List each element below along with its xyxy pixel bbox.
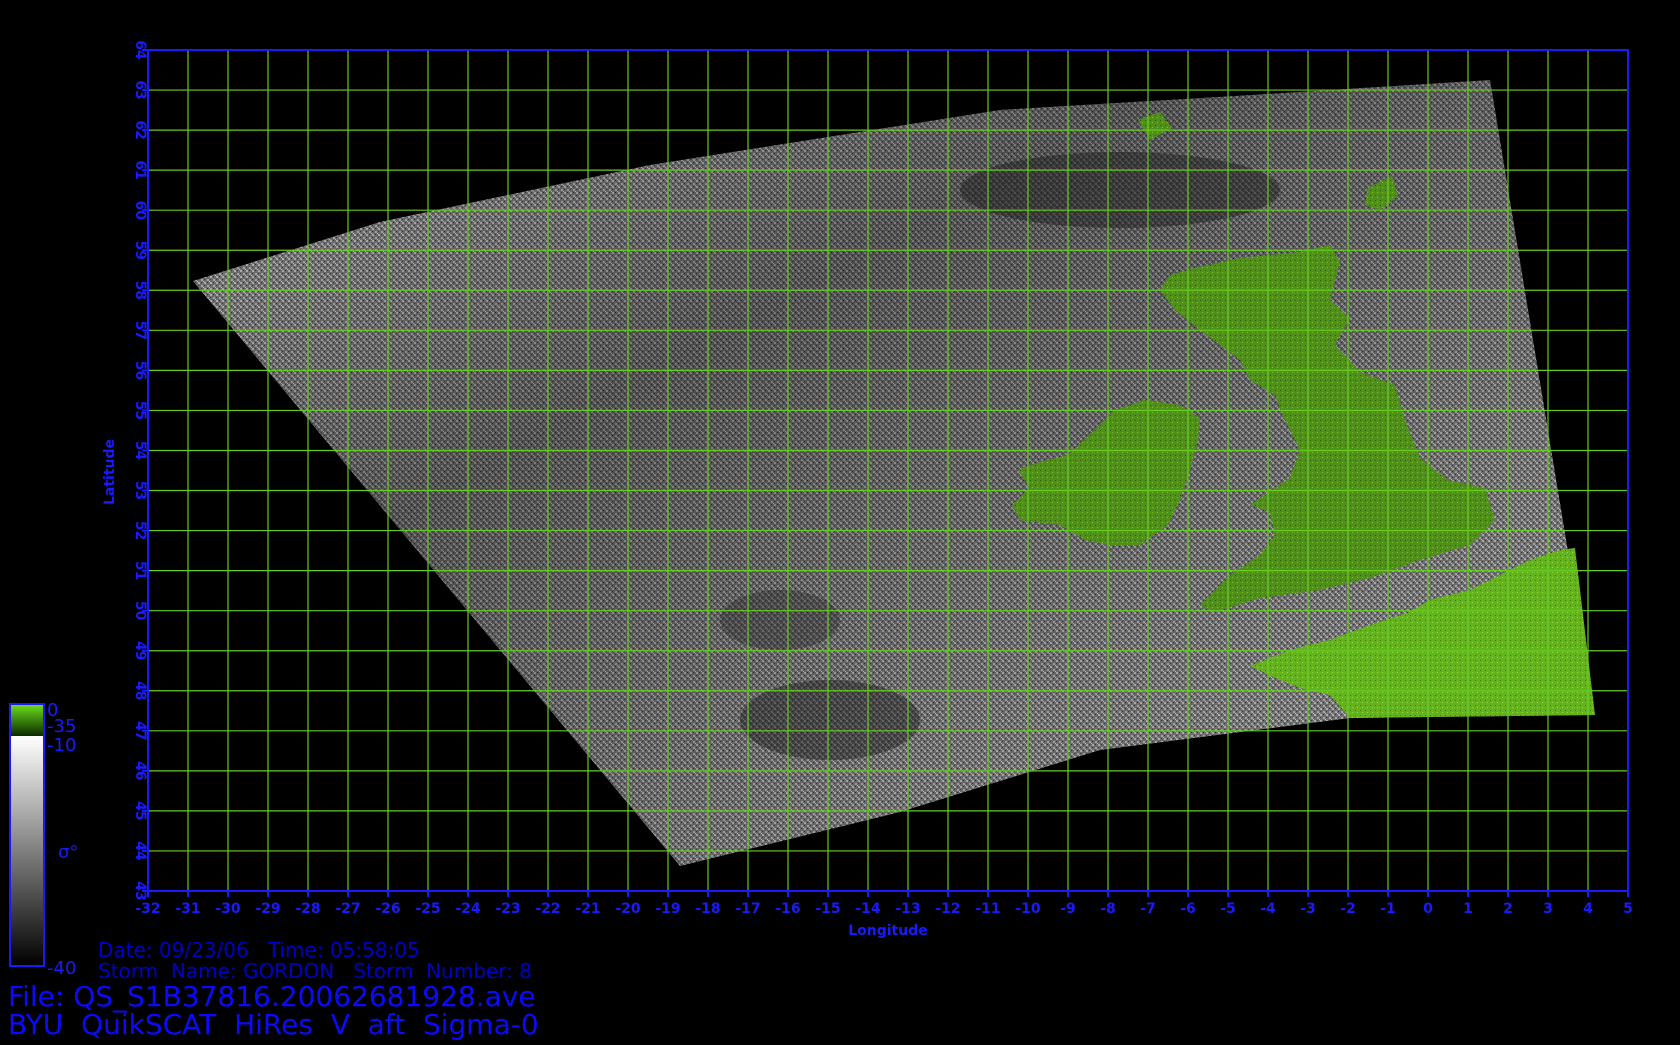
longitude-tick-label: -21: [575, 901, 600, 917]
x-axis-label: Longitude: [848, 923, 928, 939]
y-axis-label: Latitude: [102, 439, 118, 505]
longitude-tick-label: -28: [295, 901, 320, 917]
colorbar-bottom-label: -40: [47, 958, 76, 979]
latitude-tick-label: 55: [132, 401, 148, 420]
longitude-tick-label: 4: [1583, 901, 1593, 917]
product-title: BYU QuikSCAT HiRes V aft Sigma-0: [8, 1008, 539, 1040]
latitude-tick-label: 48: [132, 681, 148, 700]
longitude-tick-label: -9: [1060, 901, 1076, 917]
latitude-tick-label: 61: [132, 160, 148, 179]
dark-patch: [720, 590, 840, 650]
latitude-tick-label: 52: [132, 521, 148, 540]
longitude-tick-label: -1: [1380, 901, 1396, 917]
longitude-tick-label: -29: [255, 901, 280, 917]
swath-layer: [193, 80, 1595, 866]
longitude-tick-label: -10: [1015, 901, 1041, 917]
longitude-tick-label: -22: [535, 901, 560, 917]
latitude-tick-label: 62: [132, 120, 148, 139]
longitude-tick-label: -27: [335, 901, 360, 917]
longitude-tick-label: 1: [1463, 901, 1473, 917]
latitude-tick-label: 56: [132, 361, 148, 380]
longitude-tick-label: -30: [215, 901, 241, 917]
longitude-tick-label: -26: [375, 901, 400, 917]
longitude-tick-label: -23: [495, 901, 520, 917]
longitude-tick-label: -3: [1300, 901, 1316, 917]
latitude-tick-label: 45: [132, 801, 148, 820]
longitude-tick-label: -25: [415, 901, 440, 917]
longitude-tick-label: -31: [175, 901, 200, 917]
latitude-tick-label: 43: [132, 881, 148, 900]
latitude-tick-label: 50: [132, 601, 148, 621]
colorbar-land-segment: [10, 704, 44, 736]
latitude-tick-label: 47: [132, 721, 148, 740]
longitude-tick-label: -19: [655, 901, 680, 917]
longitude-tick-label: -4: [1260, 901, 1276, 917]
longitude-tick-label: 0: [1423, 901, 1433, 917]
longitude-tick-label: -7: [1140, 901, 1156, 917]
longitude-tick-label: -17: [735, 901, 760, 917]
longitude-tick-label: -2: [1340, 901, 1356, 917]
latitude-tick-label: 57: [132, 321, 148, 340]
longitude-tick-label: -8: [1100, 901, 1116, 917]
longitude-tick-label: -18: [695, 901, 720, 917]
longitude-tick-label: -6: [1180, 901, 1196, 917]
longitude-tick-label: 5: [1623, 901, 1633, 917]
latitude-tick-label: 53: [132, 481, 148, 500]
dark-patch: [960, 152, 1280, 228]
latitude-tick-label: 64: [132, 40, 148, 60]
colorbar-sigma-segment: [10, 736, 44, 966]
latitude-tick-label: 51: [132, 561, 148, 580]
longitude-tick-label: -16: [775, 901, 800, 917]
longitude-tick-label: -32: [135, 901, 160, 917]
longitude-tick-label: -13: [895, 901, 920, 917]
longitude-tick-label: -5: [1220, 901, 1236, 917]
latitude-tick-label: 58: [132, 281, 148, 300]
colorbar: 0 -35 -10 -40 σ°: [9, 700, 78, 979]
latitude-tick-label: 63: [132, 80, 148, 99]
latitude-tick-label: 59: [132, 240, 148, 259]
longitude-tick-label: -11: [975, 901, 1000, 917]
colorbar-mid-label: -10: [47, 735, 76, 756]
quikscat-viewer: -32 -31 -30 -29 -28 -27 -26 -25 -24 -23 -22 -21 -20-…: [0, 0, 1680, 1041]
longitude-tick-label: 2: [1503, 901, 1513, 917]
longitude-tick-label: -12: [935, 901, 960, 917]
latitude-tick-label: 44: [132, 841, 148, 861]
latitude-tick-label: 60: [132, 200, 148, 220]
latitude-ticks: 43 44 45 46 47 48 49 50 51 52 53 54 55 56 57 58 59 60 61 62…: [132, 40, 148, 901]
latitude-tick-label: 49: [132, 641, 148, 660]
longitude-tick-label: -14: [855, 901, 881, 917]
latitude-tick-label: 46: [132, 761, 148, 780]
longitude-tick-label: -15: [815, 901, 840, 917]
longitude-tick-label: -24: [455, 901, 481, 917]
longitude-tick-label: -20: [615, 901, 641, 917]
colorbar-upper-label: -35: [47, 716, 76, 737]
latitude-tick-label: 54: [132, 441, 148, 461]
dark-patch: [740, 680, 920, 760]
colorbar-symbol: σ°: [58, 842, 78, 863]
sigma0-map: -32 -31 -30 -29 -28 -27 -26 -25 -24 -23 -22 -21 -20-…: [8, 40, 1633, 1041]
longitude-ticks: -32 -31 -30 -29 -28 -27 -26 -25 -24 -23 -22 -21 -20-…: [135, 891, 1633, 917]
longitude-tick-label: 3: [1543, 901, 1553, 917]
